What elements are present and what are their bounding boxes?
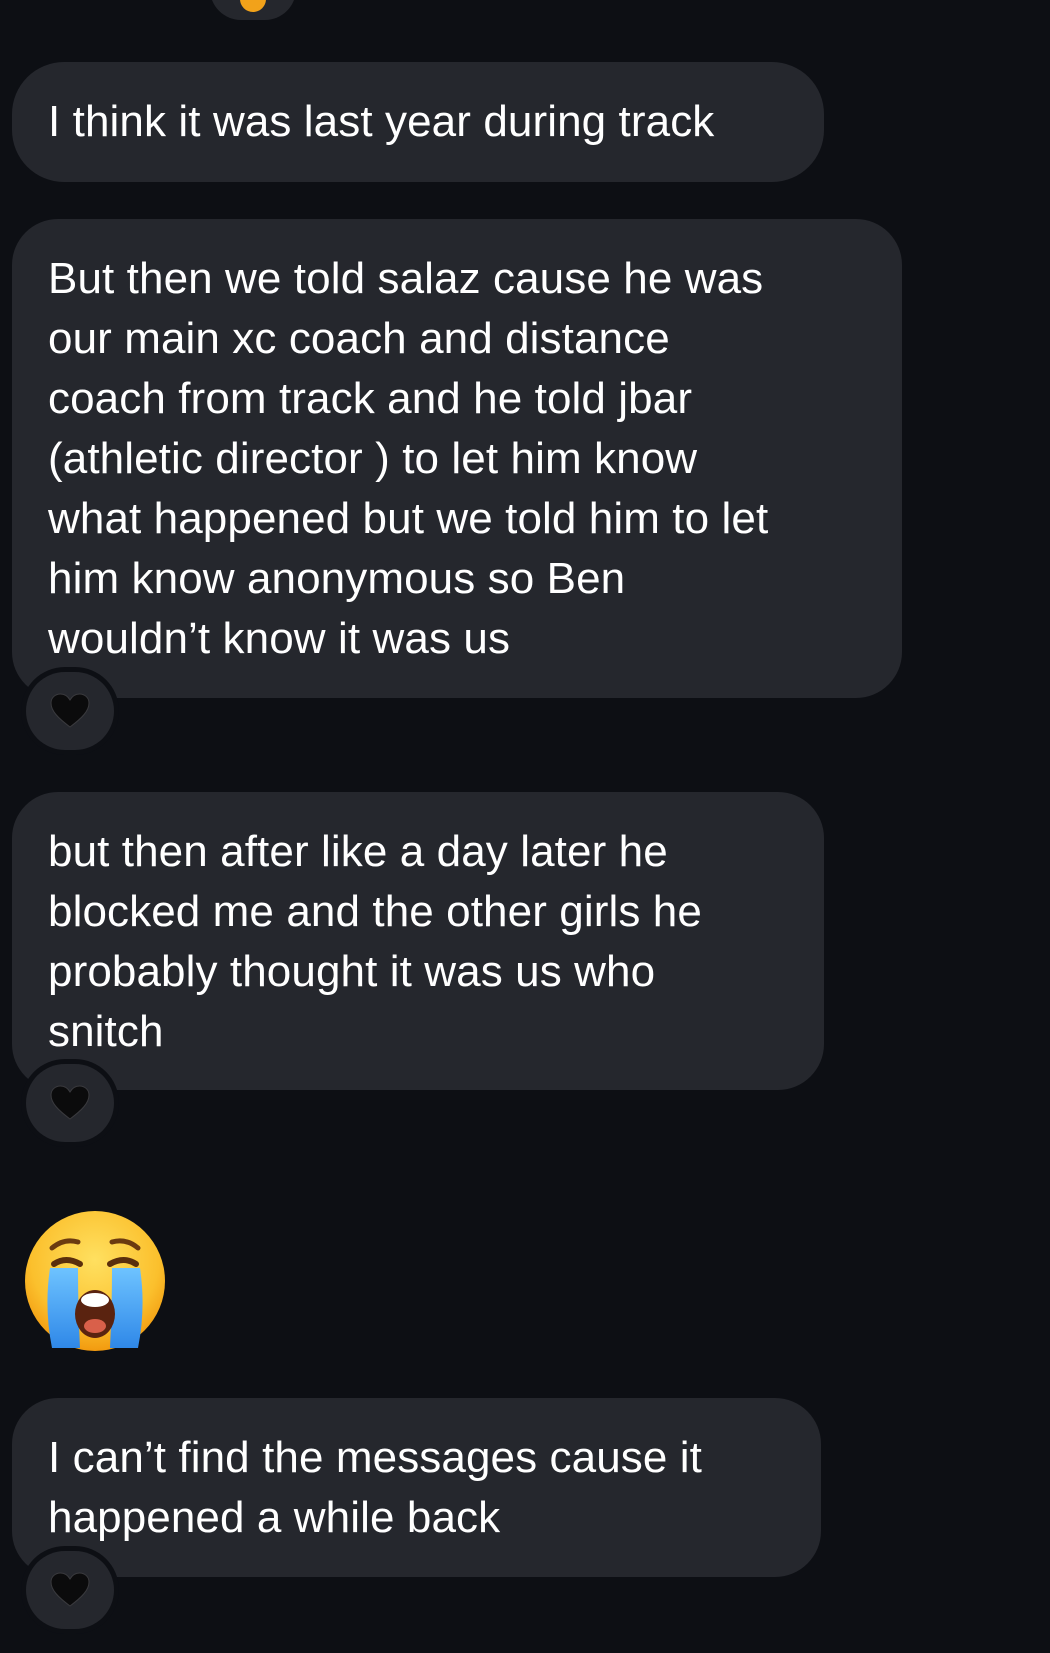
- message-thread: I think it was last year during track Bu…: [0, 0, 1050, 1653]
- black-heart-icon: [50, 1085, 90, 1120]
- message-bubble[interactable]: but then after like a day later he block…: [12, 792, 824, 1090]
- loudly-crying-face-icon: [25, 1211, 165, 1351]
- heart-reaction-badge[interactable]: [26, 1064, 114, 1142]
- emoji-reaction-icon: [240, 0, 266, 12]
- message-bubble[interactable]: But then we told salaz cause he was our …: [12, 219, 902, 698]
- message-bubble[interactable]: I think it was last year during track: [12, 62, 824, 182]
- heart-reaction-badge[interactable]: [26, 1551, 114, 1629]
- emoji-message[interactable]: [22, 1208, 168, 1354]
- black-heart-icon: [50, 1572, 90, 1607]
- message-bubble[interactable]: I can’t find the messages cause it happe…: [12, 1398, 821, 1577]
- heart-reaction-badge[interactable]: [26, 672, 114, 750]
- black-heart-icon: [50, 693, 90, 728]
- partial-reaction-badge[interactable]: [210, 0, 296, 20]
